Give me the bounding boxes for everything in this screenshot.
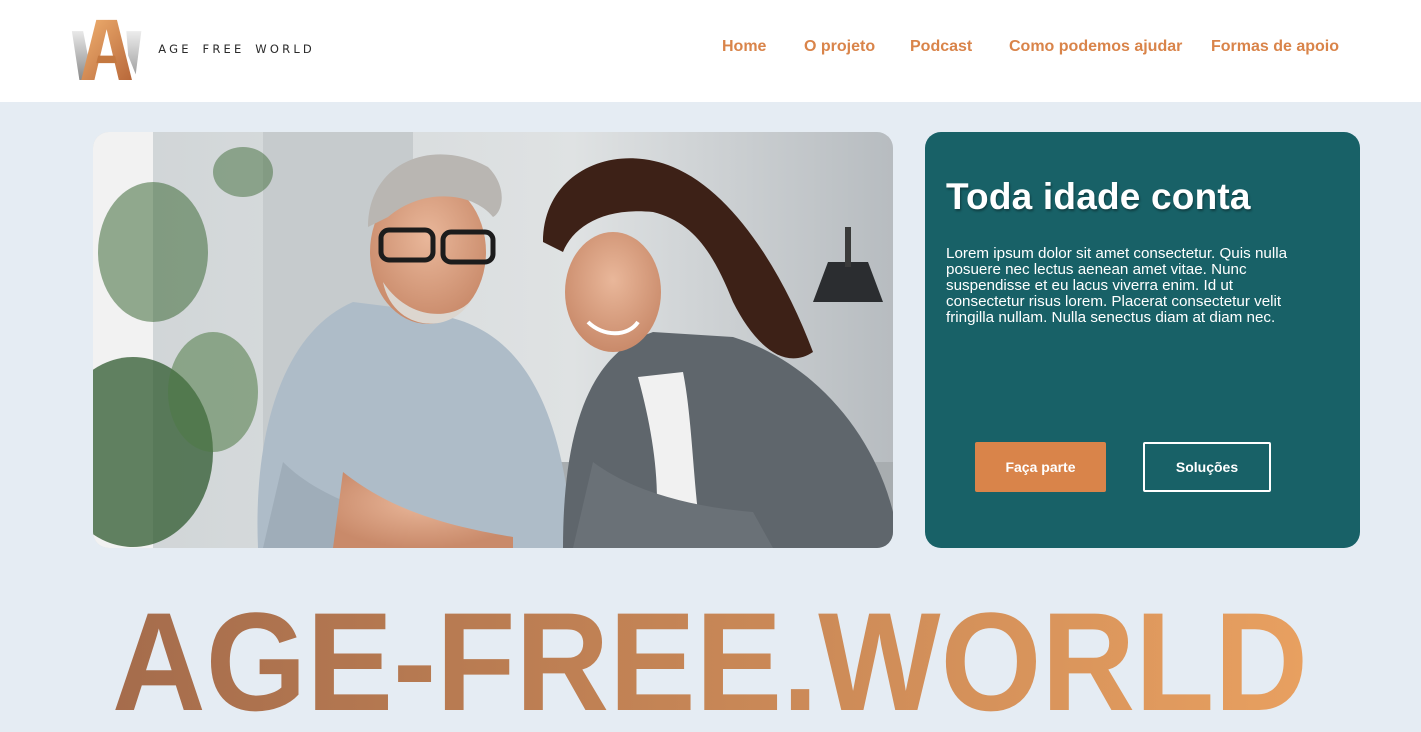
solucoes-button[interactable]: Soluções [1143, 442, 1271, 492]
brand-banner: AGE-FREE.WORLD [0, 578, 1421, 728]
main-nav: Home O projeto Podcast Como podemos ajud… [0, 38, 1421, 60]
nav-item-o-projeto[interactable]: O projeto [804, 38, 875, 56]
hero-description: Lorem ipsum dolor sit amet consectetur. … [946, 245, 1288, 326]
banner-text: AGE-FREE.WORLD [112, 583, 1308, 728]
nav-item-como-podemos-ajudar[interactable]: Como podemos ajudar [1009, 38, 1182, 56]
hero-image [93, 132, 893, 548]
nav-item-formas-de-apoio[interactable]: Formas de apoio [1211, 38, 1339, 56]
hero-card: Toda idade conta Lorem ipsum dolor sit a… [925, 132, 1360, 548]
site-header: AGE FREE WORLD Home O projeto Podcast Co… [0, 0, 1421, 102]
faca-parte-button[interactable]: Faça parte [975, 442, 1106, 492]
brand-banner-svg: AGE-FREE.WORLD [112, 583, 1308, 728]
nav-item-home[interactable]: Home [722, 38, 766, 56]
nav-item-podcast[interactable]: Podcast [910, 38, 972, 56]
hero-title: Toda idade conta [946, 176, 1251, 217]
photo-people-working-icon [93, 132, 893, 548]
